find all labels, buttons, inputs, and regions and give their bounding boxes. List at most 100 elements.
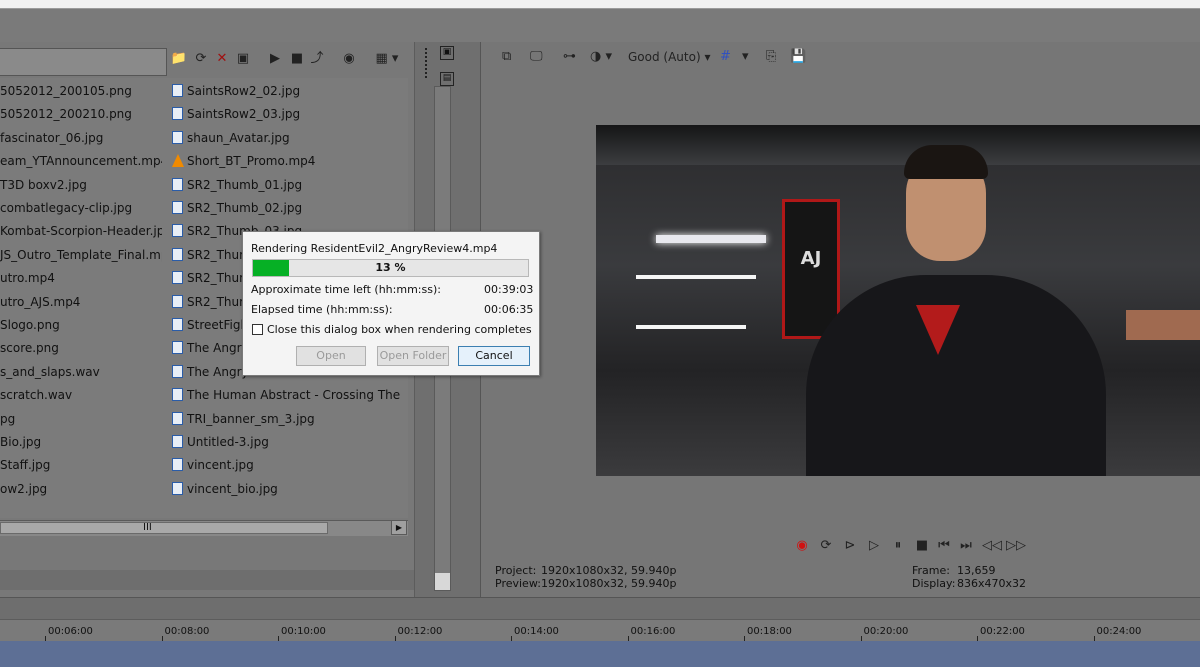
file-list-item[interactable]: score.png xyxy=(0,338,162,358)
search-icon[interactable]: ◉ xyxy=(340,50,358,68)
close-on-complete-checkbox[interactable] xyxy=(252,324,263,335)
file-name: utro_AJS.mp4 xyxy=(0,294,81,309)
render-progress-bar: 13 % xyxy=(252,259,529,277)
file-list-item[interactable]: 5052012_200210.png xyxy=(0,104,162,124)
horizontal-scroll-thumb[interactable]: III xyxy=(0,522,328,534)
file-list-item[interactable]: ow2.jpg xyxy=(0,479,162,499)
file-list-item[interactable]: The Human Abstract - Crossing The Ru... xyxy=(172,385,402,405)
scroll-right-button[interactable]: ▶ xyxy=(391,520,407,535)
timeline-track[interactable] xyxy=(0,641,1200,667)
views-icon[interactable]: ▦ ▾ xyxy=(372,50,402,68)
timeline-tick-label: 00:12:00 xyxy=(397,626,443,637)
file-icon xyxy=(172,201,183,214)
scroll-thumb-grip: III xyxy=(143,522,152,533)
dock-grip-left[interactable] xyxy=(425,48,430,78)
file-list-item[interactable]: s_and_slaps.wav xyxy=(0,362,162,382)
overlay-icon[interactable]: ◑ ▾ xyxy=(590,48,612,66)
timeline-divider xyxy=(0,597,1200,620)
preview-quality-dropdown[interactable]: Good (Auto) ▾ xyxy=(628,48,711,66)
file-list-item[interactable]: JS_Outro_Template_Final.mp4 xyxy=(0,245,162,265)
explorer-path-input[interactable] xyxy=(0,48,167,76)
file-list-item[interactable]: Short_BT_Promo.mp4 xyxy=(172,151,402,171)
auto-preview-icon[interactable]: ⤴ xyxy=(308,50,326,68)
stop-icon[interactable]: ■ xyxy=(288,50,306,68)
file-name: The Human Abstract - Crossing The Ru... xyxy=(187,388,402,403)
timeline-tick-label: 00:22:00 xyxy=(980,626,1025,637)
play-icon[interactable]: ▷ xyxy=(866,538,882,554)
external-monitor-icon[interactable]: 🖵 xyxy=(530,48,543,66)
play-icon[interactable]: ▶ xyxy=(266,50,284,68)
vertical-scroll-thumb[interactable] xyxy=(435,573,450,590)
split-screen-icon[interactable]: ⊶ xyxy=(563,48,576,66)
file-list-item[interactable]: eam_YTAnnouncement.mp4 xyxy=(0,151,162,171)
loop-icon[interactable]: ⟳ xyxy=(818,538,834,554)
dock-panel-icon[interactable]: ▤ xyxy=(440,72,454,86)
file-name: Short_BT_Promo.mp4 xyxy=(187,154,316,169)
file-list-item[interactable]: T3D boxv2.jpg xyxy=(0,175,162,195)
copy-snapshot-icon[interactable]: ⎘ xyxy=(766,48,776,66)
grid-icon[interactable]: # xyxy=(720,48,731,66)
preview-properties-icon[interactable]: ⧉ xyxy=(502,48,511,66)
record-icon[interactable]: ◉ xyxy=(794,538,810,554)
delete-icon[interactable]: ✕ xyxy=(213,50,231,68)
frame-value: 13,659 xyxy=(957,564,996,577)
file-list-item[interactable]: vincent_bio.jpg xyxy=(172,479,402,499)
up-folder-icon[interactable]: 📁 xyxy=(170,50,188,68)
file-list-item[interactable]: Bio.jpg xyxy=(0,432,162,452)
file-list-item[interactable]: Kombat-Scorpion-Header.jpg xyxy=(0,221,162,241)
file-list-item[interactable]: SR2_Thumb_01.jpg xyxy=(172,175,402,195)
elapsed-label: Elapsed time (hh:mm:ss): xyxy=(251,303,393,316)
file-list-item[interactable]: fascinator_06.jpg xyxy=(0,128,162,148)
grid-chevron-down-icon[interactable]: ▾ xyxy=(742,48,749,66)
file-name: SaintsRow2_03.jpg xyxy=(187,107,301,122)
pause-icon[interactable]: ⏸ xyxy=(890,538,906,554)
dock-window-icon[interactable]: ▣ xyxy=(440,46,454,60)
file-list-item[interactable]: utro_AJS.mp4 xyxy=(0,292,162,312)
file-list-item[interactable]: shaun_Avatar.jpg xyxy=(172,128,402,148)
cancel-button[interactable]: Cancel xyxy=(458,346,530,366)
file-list-item[interactable]: utro.mp4 xyxy=(0,268,162,288)
file-icon xyxy=(172,341,183,355)
file-icon xyxy=(172,458,183,472)
file-name: T3D boxv2.jpg xyxy=(0,177,87,192)
file-list-item[interactable]: vincent.jpg xyxy=(172,455,402,475)
project-label: Project: xyxy=(495,564,537,577)
file-list-item[interactable]: pg xyxy=(0,409,162,429)
timeline-tick-label: 00:18:00 xyxy=(747,626,792,637)
refresh-icon[interactable]: ⟳ xyxy=(192,50,210,68)
file-list-item[interactable]: SR2_Thumb_02.jpg xyxy=(172,198,402,218)
file-list-item[interactable]: 5052012_200105.png xyxy=(0,81,162,101)
new-folder-icon[interactable]: ▣ xyxy=(234,50,252,68)
open-folder-button[interactable]: Open Folder xyxy=(377,346,449,366)
save-snapshot-icon[interactable]: 💾 xyxy=(790,48,806,66)
file-name: 5052012_200105.png xyxy=(0,84,132,98)
timeline-tick-label: 00:06:00 xyxy=(48,626,93,637)
previous-frame-icon[interactable]: ⏮ xyxy=(936,538,952,554)
stop-icon[interactable]: ■ xyxy=(914,538,930,554)
file-list-item[interactable]: scratch.wav xyxy=(0,385,162,405)
file-list-item[interactable]: TRI_banner_sm_3.jpg xyxy=(172,409,402,429)
file-list-item[interactable]: Slogo.png xyxy=(0,315,162,335)
file-name: SR2_Thumb_01.jpg xyxy=(187,177,303,192)
chevron-down-icon: ▾ xyxy=(704,50,711,64)
file-name: combatlegacy-clip.jpg xyxy=(0,201,133,215)
timeline-tick-label: 00:14:00 xyxy=(514,626,559,637)
play-from-start-icon[interactable]: ⊳ xyxy=(842,538,858,554)
open-button[interactable]: Open xyxy=(296,346,366,366)
video-frame: AJ xyxy=(596,125,1200,476)
file-list-item[interactable]: combatlegacy-clip.jpg xyxy=(0,198,162,218)
file-name: utro.mp4 xyxy=(0,271,55,286)
video-logo: AJ xyxy=(800,248,822,269)
next-frame-icon[interactable]: ⏭ xyxy=(958,538,974,554)
file-list-item[interactable]: SaintsRow2_03.jpg xyxy=(172,104,402,124)
preview-quality-label: Good (Auto) xyxy=(628,50,701,64)
rewind-icon[interactable]: ◁◁ xyxy=(982,538,1002,554)
time-left-value: 00:39:03 xyxy=(484,283,534,296)
file-name: vincent_bio.jpg xyxy=(187,481,278,496)
timeline-tick-label: 00:08:00 xyxy=(164,626,210,637)
file-list-item[interactable]: SaintsRow2_02.jpg xyxy=(172,81,402,101)
file-list-item[interactable]: Staff.jpg xyxy=(0,455,162,475)
timeline-tick-label: 00:20:00 xyxy=(863,626,909,637)
file-list-item[interactable]: Untitled-3.jpg xyxy=(172,432,402,452)
fast-forward-icon[interactable]: ▷▷ xyxy=(1006,538,1026,554)
